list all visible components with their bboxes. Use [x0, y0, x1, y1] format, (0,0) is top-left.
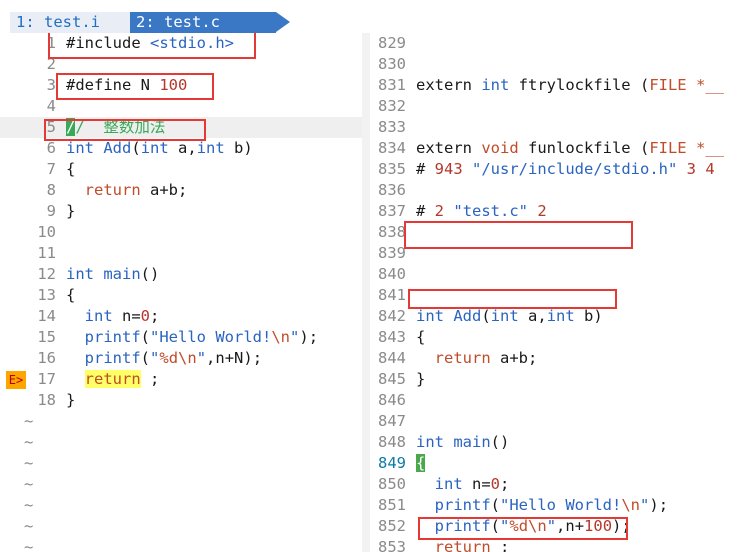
- code-line: 834 extern void funlockfile (FILE *__: [378, 139, 724, 157]
- annotation-box-substituted-printf: [418, 517, 628, 540]
- code-line: 845}: [378, 370, 426, 388]
- annotation-box-removed-define: [404, 221, 633, 249]
- breakpoint-sign[interactable]: E>: [6, 371, 26, 389]
- code-line: 7{: [46, 160, 76, 178]
- code-line: 850 int n=0;: [378, 475, 510, 493]
- code-line: 6 int Add(int a,int b): [46, 139, 253, 157]
- tilde-marker: ~: [24, 517, 34, 535]
- annotation-box-include: [48, 33, 256, 59]
- left-editor-pane[interactable]: 1 #include <stdio.h> 2 3 #define N 100 4 5…: [0, 33, 362, 552]
- tab-test-i[interactable]: 1: test.i: [10, 12, 136, 33]
- annotation-box-define: [56, 73, 214, 100]
- code-line: 839: [378, 244, 406, 262]
- code-line: 10: [37, 223, 56, 241]
- code-line: 15 printf("Hello World!\n");: [37, 328, 319, 346]
- tilde-marker: ~: [24, 475, 34, 493]
- code-line: 848 int main(): [378, 433, 510, 451]
- tilde-marker: ~: [24, 538, 34, 552]
- annotation-box-removed-comment: [408, 289, 617, 309]
- right-editor-pane[interactable]: 829 830 831 extern int ftrylockfile (FILE…: [370, 33, 747, 552]
- code-line: 833: [378, 118, 406, 136]
- code-line: 846: [378, 391, 406, 409]
- tab-test-c[interactable]: 2: test.c: [130, 12, 290, 33]
- code-line: 16 printf("%d\n",n+N);: [37, 349, 263, 367]
- code-line: 8 return a+b;: [46, 181, 188, 199]
- tilde-marker: ~: [24, 454, 34, 472]
- code-line: 831 extern int ftrylockfile (FILE *__: [378, 76, 724, 94]
- code-line: 830: [378, 55, 406, 73]
- code-line: 851 printf("Hello World!\n");: [378, 496, 669, 514]
- code-line: 836: [378, 181, 406, 199]
- annotation-box-comment: [44, 119, 206, 141]
- code-line: 837 # 2 "test.c" 2: [378, 202, 547, 220]
- code-line: 840: [378, 265, 406, 283]
- code-line: 838: [378, 223, 406, 241]
- code-line: 13{: [37, 286, 76, 304]
- code-line: 842 int Add(int a,int b): [378, 307, 603, 325]
- code-line: 829: [378, 34, 406, 52]
- code-line: 843{: [378, 328, 426, 346]
- code-line: 847: [378, 412, 406, 430]
- tilde-marker: ~: [24, 496, 34, 514]
- tilde-marker: ~: [24, 412, 34, 430]
- code-line: 18}: [37, 391, 76, 409]
- split-divider[interactable]: [362, 33, 370, 552]
- code-line: 841: [378, 286, 406, 304]
- code-line: 844 return a+b;: [378, 349, 538, 367]
- tab-bar: 1: test.i 2: test.c: [0, 12, 747, 33]
- tilde-marker: ~: [24, 433, 34, 451]
- code-line-current: 849{: [378, 454, 426, 472]
- code-line: 4: [46, 97, 56, 115]
- code-line: 832: [378, 97, 406, 115]
- code-line: 14 int n=0;: [37, 307, 160, 325]
- code-line: 11: [37, 244, 56, 262]
- code-line: 9}: [46, 202, 76, 220]
- code-line: 12 int main(): [37, 265, 160, 283]
- code-line: 835 # 943 "/usr/include/stdio.h" 3 4: [378, 160, 715, 178]
